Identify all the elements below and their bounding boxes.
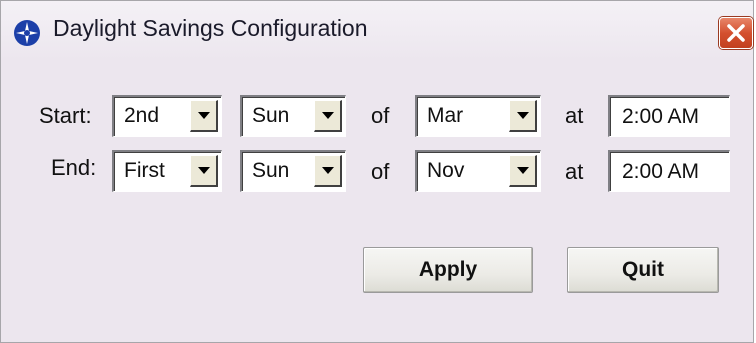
end-week-value: First <box>124 159 165 182</box>
end-of-label: of <box>371 159 390 184</box>
daylight-savings-window: Daylight Savings Configuration Start: 2n… <box>0 0 754 343</box>
chevron-down-icon[interactable] <box>314 100 342 132</box>
start-week-value: 2nd <box>124 104 160 127</box>
chevron-down-icon[interactable] <box>509 100 537 132</box>
end-label: End: <box>51 155 97 180</box>
chevron-down-icon[interactable] <box>314 155 342 187</box>
quit-button[interactable]: Quit <box>567 247 719 293</box>
start-of-label: of <box>371 103 390 128</box>
chevron-down-icon[interactable] <box>190 155 218 187</box>
end-time-input[interactable] <box>608 150 730 192</box>
end-day-value: Sun <box>252 159 290 182</box>
end-month-value: Nov <box>427 159 465 182</box>
end-day-select[interactable]: Sun <box>240 150 346 192</box>
window-title: Daylight Savings Configuration <box>53 15 368 41</box>
close-icon <box>727 24 745 42</box>
start-week-select[interactable]: 2nd <box>112 95 222 137</box>
end-month-select[interactable]: Nov <box>415 150 541 192</box>
end-at-label: at <box>565 159 584 184</box>
start-at-label: at <box>565 103 584 128</box>
chevron-down-icon[interactable] <box>509 155 537 187</box>
title-bar[interactable]: Daylight Savings Configuration <box>1 1 753 61</box>
start-label: Start: <box>39 103 92 128</box>
start-month-value: Mar <box>427 104 464 127</box>
start-month-select[interactable]: Mar <box>415 95 541 137</box>
close-button[interactable] <box>719 17 753 49</box>
chevron-down-icon[interactable] <box>190 100 218 132</box>
end-week-select[interactable]: First <box>112 150 222 192</box>
app-logo-icon <box>13 19 41 47</box>
start-time-input[interactable] <box>608 95 730 137</box>
start-day-select[interactable]: Sun <box>240 95 346 137</box>
apply-button[interactable]: Apply <box>363 247 533 293</box>
start-day-value: Sun <box>252 104 290 127</box>
